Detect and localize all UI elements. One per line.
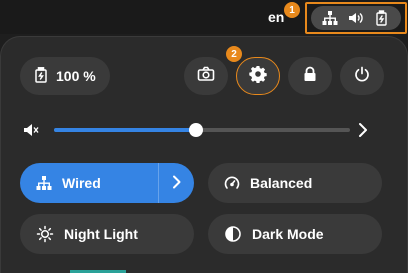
keyboard-layout-indicator[interactable]: en	[268, 9, 284, 25]
screenshot-button[interactable]	[184, 57, 228, 95]
power-profile-icon	[224, 175, 240, 191]
wired-toggle-main[interactable]: Wired	[20, 163, 158, 203]
volume-slider[interactable]	[54, 123, 350, 137]
system-tray-button[interactable]	[311, 6, 401, 30]
power-icon	[354, 66, 370, 87]
power-button[interactable]	[340, 57, 384, 95]
network-wired-icon	[36, 175, 52, 191]
wired-label: Wired	[62, 175, 101, 191]
night-light-label: Night Light	[64, 226, 138, 242]
step-badge-1: 1	[284, 2, 300, 18]
chevron-right-icon	[171, 174, 183, 193]
battery-percentage: 100 %	[56, 68, 96, 84]
lock-button[interactable]	[288, 57, 332, 95]
battery-status[interactable]: 100 %	[20, 57, 110, 95]
power-mode-label: Balanced	[250, 175, 313, 191]
dark-mode-toggle[interactable]: Dark Mode	[208, 214, 382, 254]
top-bar: en 1	[0, 0, 408, 34]
volume-slider-fill	[54, 128, 197, 132]
step-badge-2: 2	[226, 46, 242, 62]
settings-button[interactable]	[236, 57, 280, 95]
volume-slider-knob[interactable]	[189, 123, 204, 137]
chevron-right-icon[interactable]	[356, 121, 370, 144]
battery-charging-icon	[34, 66, 48, 86]
lock-icon	[303, 66, 317, 87]
night-light-toggle[interactable]: Night Light	[20, 214, 194, 254]
camera-icon	[197, 66, 215, 87]
wired-toggle[interactable]: Wired	[20, 163, 194, 203]
gear-icon	[249, 65, 267, 88]
dark-mode-label: Dark Mode	[252, 226, 324, 242]
night-light-icon	[36, 225, 54, 243]
volume-muted-icon[interactable]	[22, 120, 42, 145]
dark-mode-icon	[224, 225, 242, 243]
volume-icon	[348, 10, 364, 26]
battery-charging-icon	[374, 10, 390, 26]
network-wired-icon	[322, 10, 338, 26]
power-mode-toggle[interactable]: Balanced	[208, 163, 382, 203]
volume-control	[22, 118, 378, 142]
